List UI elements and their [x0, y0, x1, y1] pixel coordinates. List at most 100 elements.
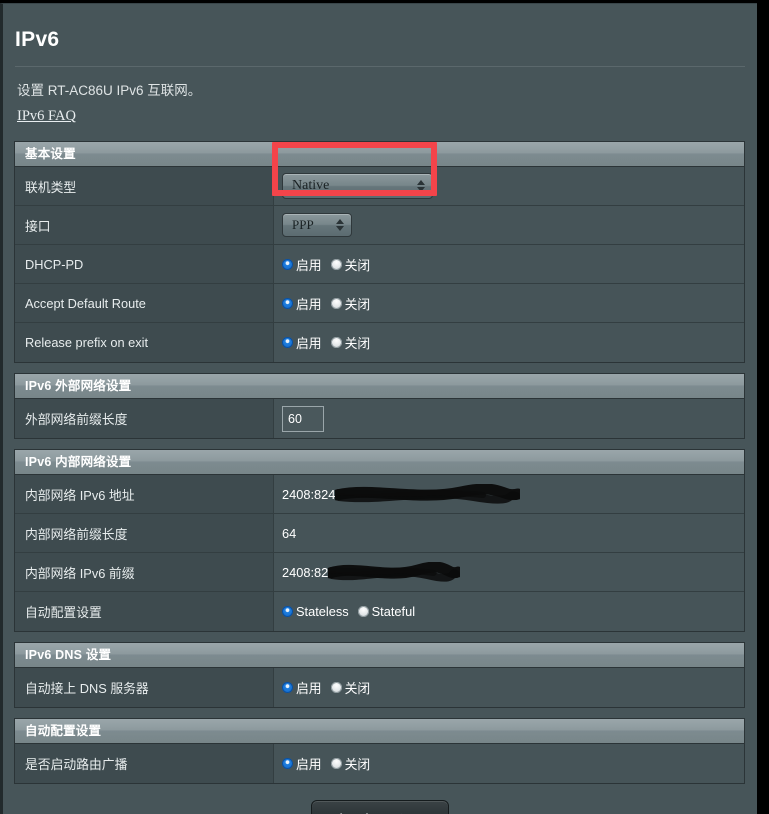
settings-row: 自动配置设置 Stateless Stateful [15, 592, 744, 631]
settings-row: 是否启动路由广播 启用 关闭 [15, 744, 744, 783]
radio-unselected-icon [330, 337, 342, 348]
radio-unselected-icon [357, 606, 369, 617]
radio-group: Stateless Stateful [282, 604, 415, 619]
radio-option-label: 关闭 [344, 336, 371, 351]
section-table-basic: 基本设置 联机类型 Native 接口 PPP DHCP-PD 启用 关闭 Accept Def… [14, 141, 745, 363]
row-value: 64 [274, 514, 744, 552]
radio-selected-icon [282, 297, 293, 309]
radio-option[interactable]: 关闭 [330, 678, 371, 697]
row-value: 启用 关闭 [274, 323, 744, 362]
row-value: 2408:82 [274, 553, 744, 591]
row-value: Stateless Stateful [274, 592, 744, 631]
settings-row: 内部网络 IPv6 地址 2408:824 [15, 475, 744, 514]
settings-row: 内部网络前缀长度 64 [15, 514, 744, 553]
radio-option[interactable]: 关闭 [330, 333, 371, 352]
radio-option-label: 关闭 [344, 757, 371, 772]
row-value: 启用 关闭 [274, 744, 744, 783]
row-label: 接口 [15, 206, 274, 244]
radio-option-label: 启用 [296, 757, 322, 772]
radio-unselected-icon [330, 682, 342, 693]
radio-option-label: 启用 [296, 681, 322, 696]
row-label: 自动配置设置 [15, 592, 274, 631]
settings-row: 外部网络前缀长度 [15, 399, 744, 438]
radio-option-label: 关闭 [344, 257, 371, 273]
chevron-updown-icon [336, 219, 344, 231]
page-description: 设置 RT-AC86U IPv6 互联网。 [17, 83, 202, 98]
settings-row: Release prefix on exit 启用 关闭 [15, 323, 744, 362]
chevron-updown-icon [417, 180, 425, 192]
static-value: 64 [282, 525, 297, 541]
radio-option-label: Stateless [296, 604, 349, 619]
section-table-wan: IPv6 外部网络设置 外部网络前缀长度 [14, 373, 745, 439]
settings-row: 自动接上 DNS 服务器 启用 关闭 [15, 668, 744, 707]
row-value: Native [274, 167, 744, 205]
section-table-autoconfig: 自动配置设置 是否启动路由广播 启用 关闭 [14, 718, 745, 784]
visible-address-prefix: 2408:82 [282, 564, 329, 580]
settings-row: 内部网络 IPv6 前缀 2408:82 [15, 553, 744, 592]
radio-option[interactable]: 关闭 [330, 754, 371, 773]
ipv6-settings-panel: IPv6 设置 RT-AC86U IPv6 互联网。 IPv6 FAQ 基本设置… [0, 3, 757, 814]
router-admin-screen: IPv6 设置 RT-AC86U IPv6 互联网。 IPv6 FAQ 基本设置… [0, 0, 769, 814]
section-table-dns: IPv6 DNS 设置 自动接上 DNS 服务器 启用 关闭 [14, 642, 745, 708]
section-header-dns: IPv6 DNS 设置 [15, 643, 744, 668]
radio-option[interactable]: 启用 [282, 294, 322, 313]
radio-option[interactable]: Stateful [357, 604, 416, 619]
section-header-basic: 基本设置 [15, 142, 744, 167]
radio-option-label: 启用 [296, 257, 322, 273]
dropdown-connection-type[interactable]: Native [282, 173, 433, 199]
radio-option[interactable]: 启用 [282, 754, 322, 773]
radio-option-label: 关闭 [344, 296, 371, 312]
radio-option-label: Stateful [371, 604, 416, 619]
row-label: 联机类型 [15, 167, 274, 205]
radio-option-label: 关闭 [344, 681, 371, 696]
radio-selected-icon [282, 606, 293, 617]
settings-row: 联机类型 Native [15, 167, 744, 206]
radio-option[interactable]: 关闭 [330, 294, 371, 313]
redacted-value: 2408:824 [282, 484, 521, 504]
radio-unselected-icon [330, 297, 342, 309]
row-label: 自动接上 DNS 服务器 [15, 668, 274, 707]
radio-option-label: 启用 [296, 336, 322, 351]
radio-selected-icon [282, 337, 293, 348]
radio-group: 启用 关闭 [282, 678, 370, 697]
prefix-length-input[interactable] [282, 405, 324, 432]
settings-row: Accept Default Route 启用 关闭 [15, 284, 744, 323]
row-label: Accept Default Route [15, 284, 274, 322]
radio-option[interactable]: Stateless [282, 604, 349, 619]
row-label: 内部网络 IPv6 前缀 [15, 553, 274, 591]
dropdown-interface[interactable]: PPP [282, 213, 352, 237]
row-value [274, 399, 744, 438]
section-header-wan: IPv6 外部网络设置 [15, 374, 744, 399]
radio-group: 启用 关闭 [282, 294, 370, 313]
row-label: 外部网络前缀长度 [15, 399, 274, 438]
dropdown-selected-value: Native [292, 178, 330, 193]
radio-option[interactable]: 启用 [282, 255, 322, 274]
row-label: Release prefix on exit [15, 323, 274, 362]
apply-settings-button[interactable]: 应用本页面设置 [311, 800, 449, 814]
radio-unselected-icon [330, 758, 342, 769]
radio-option[interactable]: 关闭 [330, 255, 371, 274]
radio-group: 启用 关闭 [282, 754, 370, 773]
row-label: 内部网络 IPv6 地址 [15, 475, 274, 513]
redacted-value: 2408:82 [282, 562, 461, 582]
radio-option[interactable]: 启用 [282, 678, 322, 697]
radio-selected-icon [282, 758, 293, 769]
section-header-autoconfig: 自动配置设置 [15, 719, 744, 744]
row-value: PPP [274, 206, 744, 244]
visible-address-prefix: 2408:824 [282, 486, 336, 502]
settings-row: DHCP-PD 启用 关闭 [15, 245, 744, 284]
page-title: IPv6 [15, 28, 60, 51]
radio-group: 启用 关闭 [282, 255, 370, 274]
apply-button-row: 应用本页面设置 [3, 800, 757, 814]
settings-sections: 基本设置 联机类型 Native 接口 PPP DHCP-PD 启用 关闭 Accept Def… [3, 141, 757, 784]
radio-option[interactable]: 启用 [282, 333, 322, 352]
ipv6-faq-link[interactable]: IPv6 FAQ [17, 108, 76, 125]
settings-row: 接口 PPP [15, 206, 744, 245]
row-label: 内部网络前缀长度 [15, 514, 274, 552]
row-label: DHCP-PD [15, 245, 274, 283]
row-value: 启用 关闭 [274, 668, 744, 707]
dropdown-selected-value: PPP [292, 217, 314, 232]
radio-option-label: 启用 [296, 296, 322, 312]
row-label: 是否启动路由广播 [15, 744, 274, 783]
radio-group: 启用 关闭 [282, 333, 370, 352]
